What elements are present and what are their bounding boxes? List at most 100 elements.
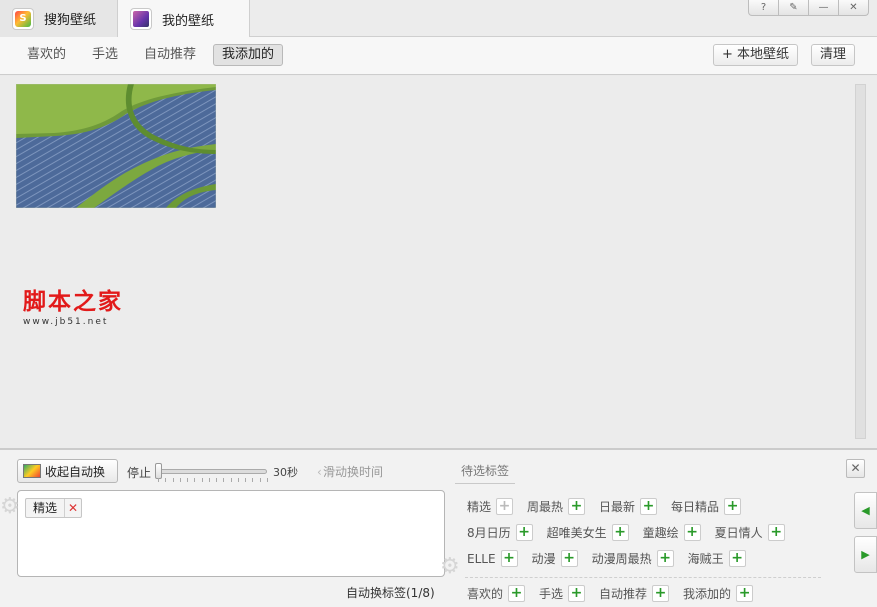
- tab-label: 搜狗壁纸: [44, 13, 97, 28]
- candidate-tag-label: 精选: [467, 500, 492, 514]
- auto-change-tags-label: 自动换标签(1/8): [346, 586, 435, 600]
- sub-navigation: 喜欢的 手选 自动推荐 我添加的 + 本地壁纸 清理: [0, 37, 877, 75]
- selected-tag: 精选 ✕: [25, 498, 83, 518]
- auto-change-panel: 收起自动换 停止 30秒 ‹滑动换时间 待选标签 ✕ 精选 ✕ ⚙ ⚙ 自动换标…: [0, 448, 877, 607]
- help-button[interactable]: ?: [748, 0, 779, 16]
- add-tag-icon[interactable]: +: [560, 550, 578, 567]
- tab-label: 我的壁纸: [162, 13, 215, 29]
- pending-tags-title: 待选标签: [455, 462, 516, 484]
- interval-max-label: 30秒: [273, 466, 298, 479]
- candidate-tag: 动漫 +: [532, 550, 578, 567]
- add-tag-icon[interactable]: +: [652, 585, 670, 602]
- sogou-logo-icon: S: [12, 7, 34, 30]
- stop-label: 停止: [127, 466, 152, 480]
- candidate-tag-label: 动漫周最热: [591, 552, 652, 566]
- candidate-tag: 8月日历 +: [467, 524, 533, 541]
- candidate-tag: 动漫周最热 +: [592, 550, 674, 567]
- remove-tag-icon[interactable]: ✕: [65, 499, 81, 517]
- tab-my-wallpaper[interactable]: 我的壁纸: [118, 0, 250, 38]
- gear-icon: ⚙: [440, 554, 460, 579]
- candidate-tag-label: 自动推荐: [599, 587, 648, 601]
- add-tag-icon[interactable]: +: [508, 585, 526, 602]
- candidate-tag-label: 海贼王: [687, 552, 724, 566]
- tag-row: 精选 + 周最热 + 日最新 + 每日精品 +: [467, 498, 755, 515]
- scroll-up-button[interactable]: ◀: [854, 492, 877, 529]
- gear-icon: ⚙: [0, 494, 20, 519]
- window-controls: ? ✎ — ✕: [748, 0, 869, 16]
- candidate-tag: 日最新 +: [599, 498, 658, 515]
- add-local-wallpaper-button[interactable]: + 本地壁纸: [713, 44, 799, 66]
- add-tag-icon[interactable]: +: [568, 585, 586, 602]
- candidate-tag-label: 喜欢的: [467, 587, 504, 601]
- nav-auto-recommend[interactable]: 自动推荐: [135, 44, 205, 66]
- candidate-tag: 自动推荐 +: [599, 585, 670, 602]
- add-tag-icon[interactable]: +: [500, 550, 518, 567]
- candidate-tag: 夏日情人 +: [715, 524, 785, 541]
- wallpaper-icon: [23, 464, 41, 478]
- clear-button[interactable]: 清理: [811, 44, 856, 66]
- selected-tags-box: 精选 ✕: [17, 490, 445, 577]
- candidate-tag-label: 超唯美女生: [546, 526, 607, 540]
- close-button[interactable]: ✕: [838, 0, 869, 16]
- candidate-tag-label: 日最新: [599, 500, 636, 514]
- wallpaper-thumbnail[interactable]: [16, 84, 216, 208]
- add-tag-icon[interactable]: +: [611, 524, 629, 541]
- candidate-tag-label: 我添加的: [683, 587, 732, 601]
- add-tag-icon[interactable]: +: [640, 498, 658, 515]
- selected-tag-label: 精选: [26, 499, 66, 517]
- candidate-tag-label: 每日精品: [671, 500, 720, 514]
- candidate-tag: 海贼王 +: [688, 550, 746, 567]
- candidate-tag-label: ELLE: [467, 551, 496, 566]
- add-tag-icon[interactable]: +: [728, 550, 746, 567]
- divider: [465, 577, 821, 578]
- nav-favorites[interactable]: 喜欢的: [18, 44, 75, 66]
- settings-button[interactable]: ✎: [778, 0, 809, 16]
- candidate-tag: ELLE +: [467, 550, 518, 567]
- watermark-text: 脚本之家: [23, 288, 123, 315]
- candidate-tag: 超唯美女生 +: [547, 524, 629, 541]
- watermark-url: www.jb51.net: [23, 317, 109, 327]
- candidate-tag: 每日精品 +: [671, 498, 742, 515]
- tag-row: 喜欢的 + 手选 + 自动推荐 + 我添加的 +: [467, 585, 767, 602]
- candidate-tag: 周最热 +: [527, 498, 586, 515]
- close-panel-button[interactable]: ✕: [846, 459, 865, 478]
- add-tag-icon[interactable]: +: [767, 524, 785, 541]
- tag-row: 8月日历 + 超唯美女生 + 童趣绘 + 夏日情人 +: [467, 524, 799, 541]
- candidate-tag-label: 童趣绘: [642, 526, 679, 540]
- scroll-down-button[interactable]: ▶: [854, 536, 877, 573]
- candidate-tag-label: 夏日情人: [714, 526, 763, 540]
- slide-hint: ‹滑动换时间: [317, 463, 383, 480]
- collapse-label: 收起自动换: [45, 464, 106, 479]
- candidate-tag-label: 动漫: [531, 552, 556, 566]
- candidate-tag-label: 手选: [539, 587, 564, 601]
- watermark: 脚本之家 www.jb51.net: [23, 282, 123, 327]
- top-tab-bar: S 搜狗壁纸 我的壁纸 ? ✎ — ✕: [0, 0, 877, 38]
- candidate-tag: 童趣绘 +: [643, 524, 701, 541]
- add-tag-icon[interactable]: +: [736, 585, 754, 602]
- candidate-tag: 手选 +: [539, 585, 586, 602]
- collapse-auto-change-button[interactable]: 收起自动换: [17, 459, 118, 483]
- vertical-scrollbar[interactable]: [855, 84, 866, 439]
- my-wallpaper-icon: [130, 8, 152, 30]
- minimize-button[interactable]: —: [808, 0, 839, 16]
- add-tag-icon: +: [496, 498, 514, 515]
- nav-my-added[interactable]: 我添加的: [213, 44, 284, 66]
- add-tag-icon[interactable]: +: [724, 498, 742, 515]
- interval-slider[interactable]: [155, 463, 267, 479]
- add-tag-icon[interactable]: +: [568, 498, 586, 515]
- candidate-tag-label: 周最热: [527, 500, 564, 514]
- candidate-tag: 我添加的 +: [683, 585, 754, 602]
- slide-hint-text: 滑动换时间: [323, 465, 384, 479]
- candidate-tag-label: 8月日历: [467, 526, 511, 540]
- nav-handpicked[interactable]: 手选: [83, 44, 127, 66]
- slider-handle[interactable]: [155, 463, 162, 479]
- slider-ticks: [158, 478, 268, 482]
- add-tag-icon[interactable]: +: [515, 524, 533, 541]
- tag-row: ELLE + 动漫 + 动漫周最热 + 海贼王 +: [467, 550, 760, 567]
- add-tag-icon[interactable]: +: [656, 550, 674, 567]
- add-tag-icon[interactable]: +: [683, 524, 701, 541]
- tab-sogou-wallpaper[interactable]: S 搜狗壁纸: [0, 0, 118, 37]
- candidate-tag: 喜欢的 +: [467, 585, 526, 602]
- wallpaper-grid: 脚本之家 www.jb51.net: [0, 76, 877, 448]
- candidate-tag: 精选 +: [467, 498, 514, 515]
